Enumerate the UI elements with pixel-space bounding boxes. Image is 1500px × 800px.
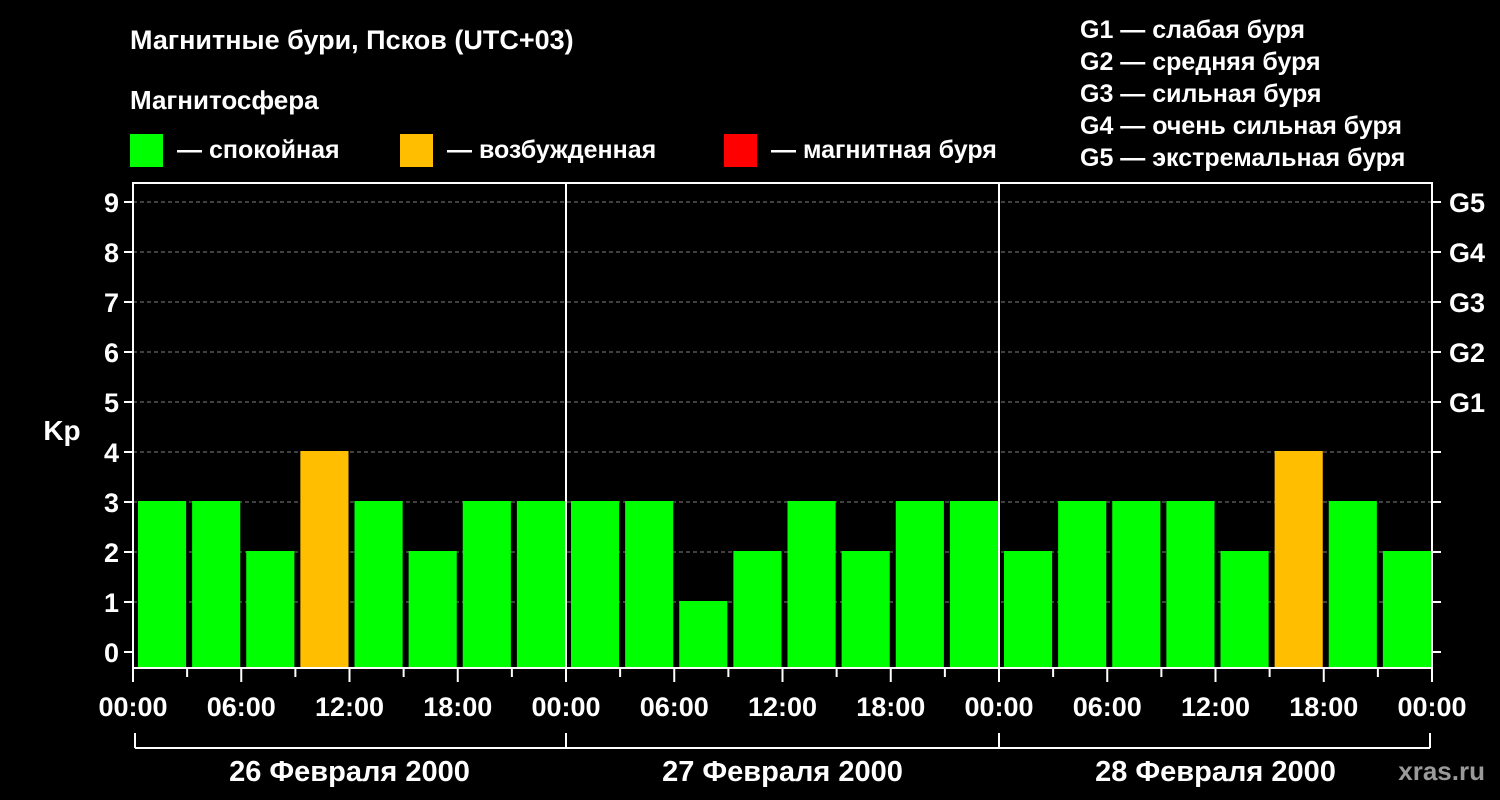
kp-bar [625,501,674,668]
x-tick-label: 06:00 [207,692,276,722]
storm-level-label: G2 — средняя буря [1080,48,1321,76]
kp-bar [787,501,836,668]
g-level-label: G4 [1449,238,1485,268]
plot-area: 0 1 2 3 4 5 6 7 8 9 G1 G2 G3 G4 G5 00:00 06:00 12:00 18:00… [98,182,1485,788]
kp-bar [679,601,728,668]
day-label: 28 Февраля 2000 [1095,756,1336,788]
x-tick-label: 18:00 [1289,692,1358,722]
storm-level-legend: G1 — слабая буря G2 — средняя буря G3 — си… [1080,16,1405,172]
g-level-label: G2 [1449,338,1485,368]
legend-swatch [400,134,433,167]
legend: — спокойная — возбужденная — магнитная бур… [130,134,997,167]
kp-bar [516,501,565,668]
x-tick-label: 00:00 [1397,692,1466,722]
legend-label: — магнитная буря [771,136,997,164]
y-tick-label: 9 [104,188,119,218]
y-tick-label: 7 [104,288,119,318]
kp-chart: Магнитные бури, Псков (UTC+03) Магнитосф… [43,16,1485,788]
kp-bar [949,501,998,668]
x-tick-label: 00:00 [531,692,600,722]
x-tick-label: 00:00 [964,692,1033,722]
x-tick-label: 12:00 [1181,692,1250,722]
kp-bar [1166,501,1215,668]
storm-level-label: G1 — слабая буря [1080,16,1305,44]
legend-swatch [130,134,163,167]
legend-swatch [724,134,757,167]
g-level-label: G1 [1449,388,1485,418]
kp-bar [895,501,944,668]
kp-bar [1274,451,1323,668]
kp-bar [571,501,620,668]
kp-bar [841,551,890,668]
y-tick-label: 3 [104,488,119,518]
y-tick-label: 6 [104,338,119,368]
x-tick-label: 06:00 [640,692,709,722]
y-tick-label: 0 [104,638,119,668]
kp-bar [138,501,187,668]
x-tick-label: 12:00 [315,692,384,722]
kp-bar [354,501,403,668]
kp-bar [1004,551,1053,668]
y-tick-label: 5 [104,388,119,418]
x-tick-label: 18:00 [856,692,925,722]
kp-bar [733,551,782,668]
kp-bar [1382,551,1431,668]
kp-bar [192,501,241,668]
y-tick-label: 2 [104,538,119,568]
y-tick-label: 1 [104,588,119,618]
y-tick-label: 4 [104,438,119,468]
kp-bar [462,501,511,668]
legend-label: — спокойная [177,136,340,164]
y-tick-label: 8 [104,238,119,268]
x-tick-label: 12:00 [748,692,817,722]
x-tick-label: 00:00 [98,692,167,722]
legend-label: — возбужденная [447,136,656,164]
kp-bar [1220,551,1269,668]
kp-bar [1112,501,1161,668]
x-tick-label: 18:00 [423,692,492,722]
day-label: 26 Февраля 2000 [229,756,470,788]
kp-bar [1328,501,1377,668]
watermark: xras.ru [1398,756,1485,786]
kp-bar [300,451,349,668]
kp-bar [1058,501,1107,668]
y-axis-label: Kp [43,415,80,446]
kp-bar [246,551,295,668]
g-level-label: G5 [1449,188,1485,218]
day-label: 27 Февраля 2000 [662,756,903,788]
x-tick-label: 06:00 [1073,692,1142,722]
storm-level-label: G5 — экстремальная буря [1080,144,1405,172]
chart-subtitle: Магнитосфера [130,85,319,115]
g-level-label: G3 [1449,288,1485,318]
storm-level-label: G3 — сильная буря [1080,80,1322,108]
chart-title: Магнитные бури, Псков (UTC+03) [130,25,574,55]
storm-level-label: G4 — очень сильная буря [1080,112,1402,140]
kp-bar [408,551,457,668]
